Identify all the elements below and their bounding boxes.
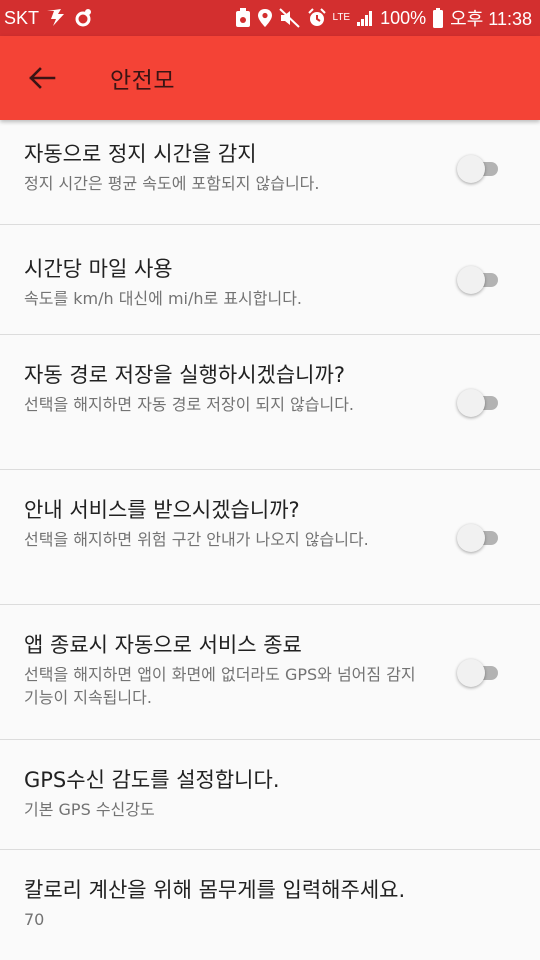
setting-subtitle: 70	[24, 910, 45, 929]
setting-subtitle: 기본 GPS 수신강도	[24, 800, 155, 819]
setting-title: 칼로리 계산을 위해 몸무게를 입력해주세요.	[24, 878, 406, 902]
setting-subtitle: 선택을 해지하면 앱이 화면에 없더라도 GPS와 넘어짐 감지 기능이 지속됩…	[24, 665, 416, 707]
auto-route-save-toggle[interactable]	[457, 389, 498, 417]
setting-guide-service[interactable]: 안내 서비스를 받으시겠습니까? 선택을 해지하면 위험 구간 안내가 나오지 …	[0, 470, 540, 605]
alarm-icon	[307, 8, 327, 28]
setting-title: 자동으로 정지 시간을 감지	[24, 142, 257, 166]
network-label: LTE	[332, 12, 351, 23]
toggle-thumb	[457, 266, 485, 294]
battery-label: 100%	[380, 7, 427, 28]
setting-auto-stop-on-exit[interactable]: 앱 종료시 자동으로 서비스 종료 선택을 해지하면 앱이 화면에 없더라도 G…	[0, 605, 540, 740]
toggle-thumb	[457, 659, 485, 687]
settings-list: 자동으로 정지 시간을 감지 정지 시간은 평균 속도에 포함되지 않습니다. …	[0, 120, 540, 960]
guide-service-toggle[interactable]	[457, 524, 498, 552]
setting-title: 안내 서비스를 받으시겠습니까?	[24, 498, 300, 522]
auto-stop-toggle[interactable]	[457, 155, 498, 183]
setting-title: 앱 종료시 자동으로 서비스 종료	[24, 633, 302, 657]
setting-title: 자동 경로 저장을 실행하시겠습니까?	[24, 363, 345, 387]
setting-gps-sensitivity[interactable]: GPS수신 감도를 설정합니다. 기본 GPS 수신강도	[0, 740, 540, 850]
setting-auto-stop-detect[interactable]: 자동으로 정지 시간을 감지 정지 시간은 평균 속도에 포함되지 않습니다.	[0, 120, 540, 225]
setting-subtitle: 속도를 km/h 대신에 mi/h로 표시합니다.	[24, 289, 303, 308]
page-title: 안전모	[110, 68, 175, 94]
recycle-icon	[235, 8, 251, 28]
setting-use-mph[interactable]: 시간당 마일 사용 속도를 km/h 대신에 mi/h로 표시합니다.	[0, 225, 540, 335]
setting-subtitle: 선택을 해지하면 자동 경로 저장이 되지 않습니다.	[24, 395, 355, 414]
mute-icon	[278, 8, 301, 28]
toggle-thumb	[457, 155, 485, 183]
volte-icon	[45, 8, 67, 28]
setting-subtitle: 정지 시간은 평균 속도에 포함되지 않습니다.	[24, 174, 320, 193]
setting-body-weight[interactable]: 칼로리 계산을 위해 몸무게를 입력해주세요. 70	[0, 850, 540, 960]
auto-stop-on-exit-toggle[interactable]	[457, 659, 498, 687]
setting-title: 시간당 마일 사용	[24, 257, 173, 281]
use-mph-toggle[interactable]	[457, 266, 498, 294]
app-bar: 안전모	[0, 36, 540, 120]
carrier-label: SKT	[4, 7, 40, 28]
setting-auto-route-save[interactable]: 자동 경로 저장을 실행하시겠습니까? 선택을 해지하면 자동 경로 저장이 되…	[0, 335, 540, 470]
sync-icon	[73, 8, 93, 28]
setting-subtitle: 선택을 해지하면 위험 구간 안내가 나오지 않습니다.	[24, 530, 369, 549]
signal-icon	[356, 9, 374, 27]
toggle-thumb	[457, 524, 485, 552]
time-label: 오후 11:38	[450, 9, 532, 29]
toggle-thumb	[457, 389, 485, 417]
location-icon	[257, 8, 273, 28]
setting-title: GPS수신 감도를 설정합니다.	[24, 768, 280, 792]
status-bar: SKT LTE 100% 오후 11:38	[0, 0, 540, 36]
battery-icon	[432, 8, 444, 28]
back-button[interactable]	[14, 50, 70, 106]
arrow-back-icon	[28, 66, 56, 90]
